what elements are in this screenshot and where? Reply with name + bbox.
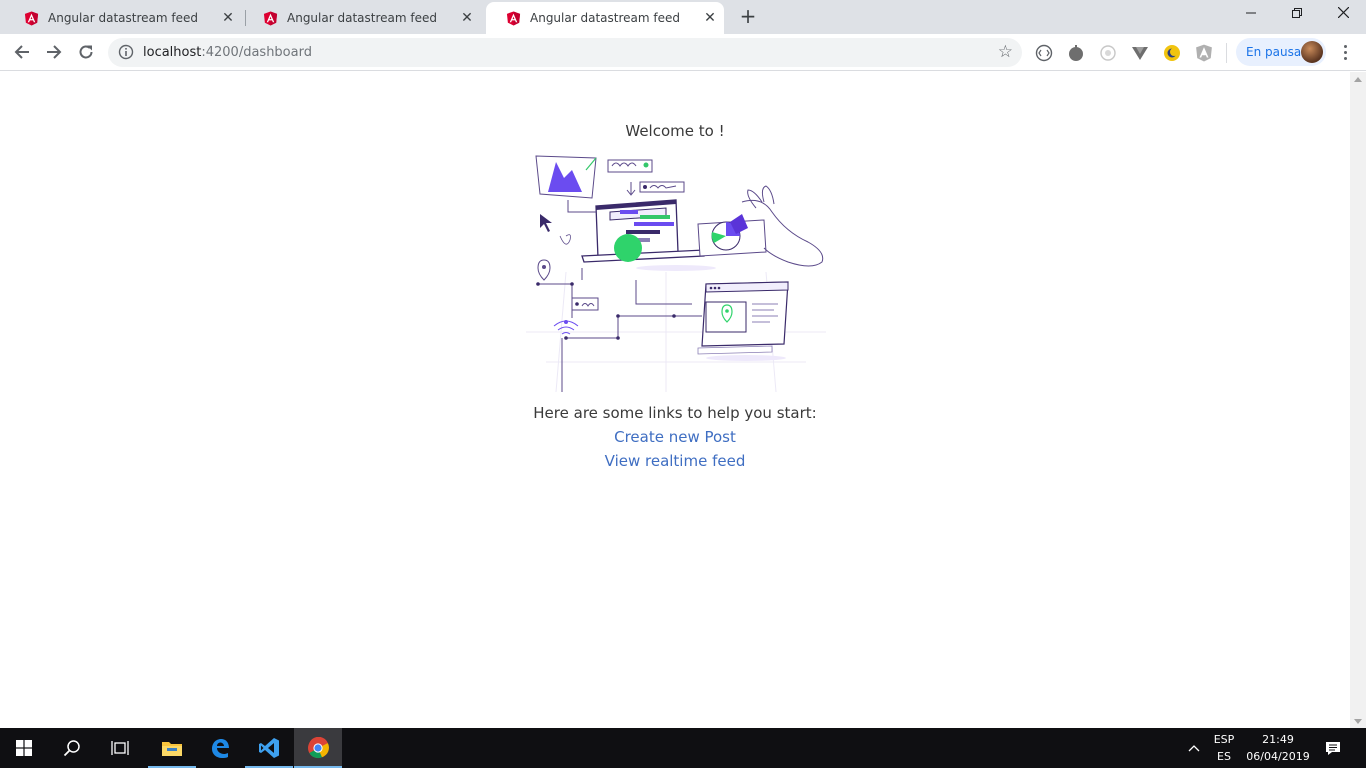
angular-icon [506, 10, 521, 26]
image-card [535, 155, 597, 199]
pie-chart [697, 214, 767, 257]
extension-icon[interactable] [1194, 43, 1214, 63]
chrome-icon [308, 737, 329, 759]
task-view-button[interactable] [96, 728, 144, 768]
url-host: localhost [143, 45, 202, 60]
scroll-down-arrow-icon[interactable] [1354, 719, 1362, 724]
url-text[interactable]: localhost:4200/dashboard [143, 45, 312, 60]
tab-title: Angular datastream feed [287, 11, 437, 25]
angular-icon [263, 10, 278, 26]
windows-taskbar: ESP ES 21:49 06/04/2019 [0, 728, 1366, 768]
profile-button[interactable]: En pausa [1236, 38, 1326, 66]
star-icon[interactable]: ☆ [998, 42, 1013, 62]
notification-icon [1326, 742, 1340, 755]
vertical-scrollbar[interactable] [1350, 72, 1366, 728]
vscode-button[interactable] [245, 728, 293, 768]
minimize-icon [1246, 12, 1256, 14]
reload-button[interactable] [72, 38, 100, 66]
toolbar-divider [1226, 43, 1227, 63]
map-window [697, 281, 789, 355]
tab-close-button[interactable]: ✕ [214, 10, 242, 26]
menu-button[interactable] [1336, 38, 1354, 66]
page-viewport: Welcome to ! Here are some links to help… [0, 72, 1350, 728]
tab-strip: Angular datastream feed ✕ Angular datast… [0, 0, 1366, 34]
close-icon [1337, 6, 1349, 19]
browser-tab[interactable]: Angular datastream feed ✕ [243, 2, 481, 34]
tab-title: Angular datastream feed [530, 11, 680, 25]
reload-icon [79, 45, 93, 59]
edge-button[interactable] [196, 728, 244, 768]
clock-time[interactable]: 21:49 [1240, 733, 1316, 746]
chrome-button[interactable] [294, 728, 342, 768]
tab-title: Angular datastream feed [48, 11, 198, 25]
browser-tab-active[interactable]: Angular datastream feed ✕ [486, 2, 724, 34]
address-bar[interactable]: localhost:4200/dashboard ☆ [108, 38, 1022, 67]
hero-illustration [526, 155, 826, 392]
start-button[interactable] [0, 728, 48, 768]
close-window-button[interactable] [1320, 0, 1366, 30]
search-icon [63, 740, 80, 757]
extension-icon[interactable] [1098, 43, 1118, 63]
create-post-link[interactable]: Create new Post [0, 428, 1350, 446]
search-button[interactable] [48, 728, 96, 768]
new-tab-button[interactable]: + [736, 5, 760, 29]
links-heading: Here are some links to help you start: [533, 404, 817, 422]
extension-icon[interactable] [1034, 43, 1054, 63]
task-view-icon [111, 741, 129, 755]
windows-start-icon [16, 740, 32, 756]
back-button[interactable] [8, 38, 36, 66]
vscode-icon [259, 738, 279, 758]
welcome-heading: Welcome to ! [625, 122, 725, 140]
keyboard-layout[interactable]: ES [1208, 750, 1240, 763]
realtime-feed-link[interactable]: View realtime feed [0, 452, 1350, 470]
back-arrow-icon [14, 45, 29, 59]
forward-button[interactable] [40, 38, 68, 66]
restore-button[interactable] [1274, 0, 1320, 30]
info-icon[interactable] [118, 44, 134, 60]
tray-chevron-icon [1188, 745, 1200, 752]
avatar [1301, 41, 1323, 63]
browser-tab[interactable]: Angular datastream feed ✕ [4, 2, 242, 34]
cursor-icon [540, 214, 552, 232]
extension-icon[interactable] [1130, 43, 1150, 63]
forward-arrow-icon [47, 45, 62, 59]
restore-icon [1292, 8, 1302, 18]
minimize-button[interactable] [1228, 0, 1274, 30]
extension-icon[interactable] [1066, 43, 1086, 63]
clock-date[interactable]: 06/04/2019 [1240, 750, 1316, 763]
tab-close-button[interactable]: ✕ [696, 10, 724, 26]
laptop [581, 199, 705, 263]
edge-icon [212, 739, 229, 758]
profile-status: En pausa [1246, 45, 1302, 59]
file-explorer-icon [162, 742, 182, 756]
browser-toolbar: localhost:4200/dashboard ☆ En pausa [0, 34, 1366, 71]
scroll-up-arrow-icon[interactable] [1354, 77, 1362, 82]
extension-icon[interactable] [1162, 43, 1182, 63]
url-path: :4200/dashboard [201, 45, 312, 60]
angular-icon [24, 10, 39, 26]
keyboard-language[interactable]: ESP [1208, 733, 1240, 746]
file-explorer-button[interactable] [148, 728, 196, 768]
notifications-button[interactable] [1318, 728, 1348, 768]
tab-close-button[interactable]: ✕ [453, 10, 481, 26]
